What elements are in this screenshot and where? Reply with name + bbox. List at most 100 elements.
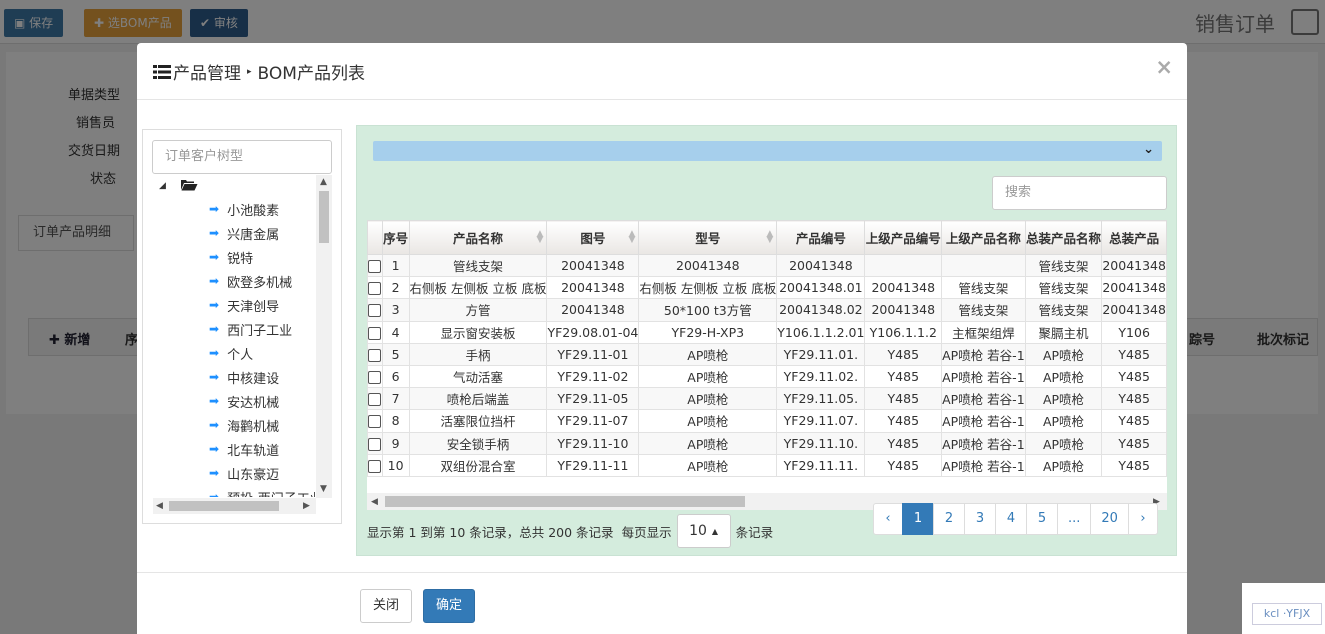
scroll-left-icon[interactable]: ◀: [371, 497, 378, 507]
tree-item[interactable]: ➡ 安达机械: [153, 389, 315, 413]
tree-item[interactable]: ➡ 北车轨道: [153, 437, 315, 461]
chevron-down-icon[interactable]: ⌄: [1143, 142, 1154, 157]
scroll-left-icon[interactable]: ◀: [156, 501, 163, 511]
collapse-triangle-icon[interactable]: ◢: [159, 181, 166, 191]
table-row[interactable]: 3 方管 20041348 50*100 t3方管 20041348.02 2004134…: [367, 298, 1167, 322]
table-cell: AP喷枪 若谷-1: [941, 431, 1026, 455]
table-cell: 20041348.01: [776, 276, 866, 300]
row-checkbox[interactable]: [368, 459, 382, 473]
table-cell: 气动活塞: [408, 364, 548, 389]
table-row[interactable]: 4 显示窗安装板 YF29.08.01-04 YF29-H-XP3 Y106.1.1.2…: [367, 320, 1167, 344]
page-prev-button[interactable]: ‹: [873, 503, 903, 535]
column-header[interactable]: 图号 ▲ ▼: [546, 220, 640, 255]
sort-icon[interactable]: ▲ ▼: [537, 230, 544, 245]
column-header[interactable]: 产品编号: [776, 220, 866, 255]
row-checkbox[interactable]: [368, 282, 382, 296]
column-header[interactable]: 型号 ▲ ▼: [638, 220, 778, 255]
tree-item[interactable]: ➡ 预投-西门子工业: [153, 485, 315, 497]
table-row[interactable]: 10 双组份混合室 YF29.11-11 AP喷枪 YF29.11.11. Y485 AP喷…: [367, 453, 1167, 477]
page-size-dropdown[interactable]: 10 ▲: [676, 514, 731, 548]
tree-horizontal-scroll-thumb[interactable]: [169, 501, 279, 511]
column-header[interactable]: 总装产品名称: [1024, 220, 1103, 255]
row-checkbox-cell[interactable]: [367, 298, 383, 322]
page-next-button[interactable]: ›: [1127, 503, 1158, 535]
page-button-active[interactable]: 1: [902, 503, 934, 535]
page-button[interactable]: 4: [995, 503, 1027, 535]
row-checkbox-cell[interactable]: [367, 409, 383, 433]
table-cell: 手柄: [408, 342, 548, 366]
row-checkbox-cell[interactable]: [367, 276, 383, 300]
page-button[interactable]: 3: [964, 503, 996, 535]
row-checkbox[interactable]: [368, 304, 382, 318]
tree-vertical-scrollbar[interactable]: ▲ ▼: [316, 175, 332, 498]
page-button[interactable]: 20: [1090, 503, 1129, 535]
page-button[interactable]: 2: [933, 503, 965, 535]
row-checkbox[interactable]: [368, 393, 382, 407]
table-cell: YF29.11.11.: [776, 453, 866, 477]
close-icon[interactable]: ×: [1155, 55, 1173, 79]
tree-horizontal-scrollbar[interactable]: ◀ ▶: [153, 498, 316, 514]
table-horizontal-scroll-thumb[interactable]: [385, 496, 745, 507]
table-cell: YF29.11.10.: [776, 431, 866, 455]
tree-item[interactable]: ➡ 锐特: [153, 245, 315, 269]
row-checkbox-cell[interactable]: [367, 320, 383, 344]
filter-dropdown-bar[interactable]: ⌄: [373, 141, 1162, 161]
tree-root-node[interactable]: ◢: [153, 175, 315, 197]
row-checkbox[interactable]: [368, 437, 382, 451]
table-row[interactable]: 2 右侧板 左侧板 立板 底板 20041348 右侧板 左侧板 立板 底板 20041…: [367, 276, 1167, 300]
tree-item-label: 欧登多机械: [227, 275, 293, 291]
arrow-right-icon: ➡: [209, 370, 220, 384]
tree-item[interactable]: ➡ 山东豪迈: [153, 461, 315, 485]
table-row[interactable]: 9 安全锁手柄 YF29.11-10 AP喷枪 YF29.11.10. Y485 AP喷枪 …: [367, 431, 1167, 455]
tree-vertical-scroll-thumb[interactable]: [319, 191, 329, 243]
sort-icon[interactable]: ▲ ▼: [766, 230, 773, 245]
tree-item[interactable]: ➡ 天津创导: [153, 293, 315, 317]
row-checkbox[interactable]: [368, 415, 382, 429]
row-checkbox[interactable]: [368, 371, 382, 385]
scroll-up-icon[interactable]: ▲: [320, 177, 327, 187]
row-checkbox-cell[interactable]: [367, 387, 383, 411]
table-row[interactable]: 8 活塞限位挡杆 YF29.11-07 AP喷枪 YF29.11.07. Y485 AP喷枪…: [367, 409, 1167, 433]
row-checkbox-cell[interactable]: [367, 431, 383, 455]
row-checkbox-cell[interactable]: [367, 364, 383, 389]
table-cell: 方管: [408, 298, 548, 322]
tree-search-input[interactable]: 订单客户树型: [152, 140, 332, 174]
scroll-down-icon[interactable]: ▼: [320, 484, 327, 494]
arrow-right-icon: ➡: [209, 202, 220, 216]
row-checkbox-cell[interactable]: [367, 342, 383, 366]
tree-item[interactable]: ➡ 小池酸素: [153, 197, 315, 221]
column-header[interactable]: 上级产品编号: [864, 220, 943, 255]
tree-item[interactable]: ➡ 兴唐金属: [153, 221, 315, 245]
table-cell: Y485: [1101, 453, 1167, 477]
column-header[interactable]: 总装产品: [1101, 220, 1167, 255]
tree-item[interactable]: ➡ 西门子工业: [153, 317, 315, 341]
column-header[interactable]: 序号: [381, 220, 410, 255]
row-checkbox-cell[interactable]: [367, 453, 383, 477]
row-checkbox[interactable]: [368, 326, 382, 340]
tree-item[interactable]: ➡ 欧登多机械: [153, 269, 315, 293]
column-header[interactable]: 产品名称 ▲ ▼: [408, 220, 548, 255]
sort-icon[interactable]: ▲ ▼: [628, 230, 635, 245]
table-row[interactable]: 7 喷枪后端盖 YF29.11-05 AP喷枪 YF29.11.05. Y485 AP喷枪 …: [367, 387, 1167, 411]
table-row[interactable]: 1 管线支架 20041348 20041348 20041348 管线支架 2004134…: [367, 253, 1167, 278]
column-header-label: 型号: [695, 231, 721, 246]
tree-item[interactable]: ➡ 海鹳机械: [153, 413, 315, 437]
confirm-button[interactable]: 确定: [423, 589, 476, 623]
row-checkbox-cell[interactable]: [367, 253, 383, 278]
table-cell: 管线支架: [408, 253, 548, 278]
table-cell: 喷枪后端盖: [408, 387, 548, 411]
column-header[interactable]: 上级产品名称: [941, 220, 1026, 255]
tree-item[interactable]: ➡ 中核建设: [153, 365, 315, 389]
tree-item[interactable]: ➡ 个人: [153, 341, 315, 365]
row-checkbox[interactable]: [368, 260, 382, 274]
page-ellipsis[interactable]: ...: [1057, 503, 1092, 535]
table-row[interactable]: 6 气动活塞 YF29.11-02 AP喷枪 YF29.11.02. Y485 AP喷枪 若…: [367, 364, 1167, 389]
table-cell: YF29.11.01.: [776, 342, 866, 366]
table-row[interactable]: 5 手柄 YF29.11-01 AP喷枪 YF29.11.01. Y485 AP喷枪 若谷-…: [367, 342, 1167, 366]
scroll-right-icon[interactable]: ▶: [303, 501, 310, 511]
table-cell: 3: [381, 298, 410, 322]
grid-search-input[interactable]: 搜索: [992, 176, 1167, 210]
close-button[interactable]: 关闭: [360, 589, 413, 623]
page-button[interactable]: 5: [1026, 503, 1058, 535]
row-checkbox[interactable]: [368, 348, 382, 362]
